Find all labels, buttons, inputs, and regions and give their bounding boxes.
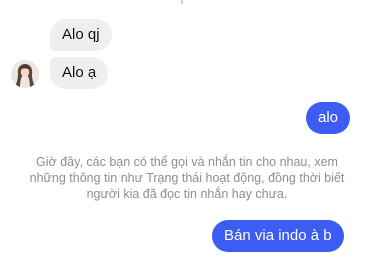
outgoing-message-bubble[interactable]: alo bbox=[306, 102, 351, 134]
notice-line: người kia đã đọc tin nhắn hay chưa. bbox=[86, 187, 288, 201]
avatar-photo-icon bbox=[11, 60, 39, 88]
incoming-message-bubble[interactable]: Alo ạ bbox=[50, 57, 109, 89]
chat-thread: Alo qj Alo ạ alo Giờ đây, các bạn có thể… bbox=[0, 0, 374, 257]
connection-notice: Giờ đây, các bạn có thể gọi và nhắn tin … bbox=[0, 154, 374, 202]
notice-line: những thông tin như Trạng thái hoạt động… bbox=[29, 171, 345, 185]
outgoing-message-bubble[interactable]: Bán via indo à b bbox=[212, 220, 344, 252]
contact-avatar[interactable] bbox=[11, 60, 39, 88]
notice-line: Giờ đây, các bạn có thể gọi và nhắn tin … bbox=[36, 155, 338, 169]
incoming-message-bubble[interactable]: Alo qj bbox=[50, 19, 112, 51]
previous-message-stub bbox=[181, 0, 183, 4]
